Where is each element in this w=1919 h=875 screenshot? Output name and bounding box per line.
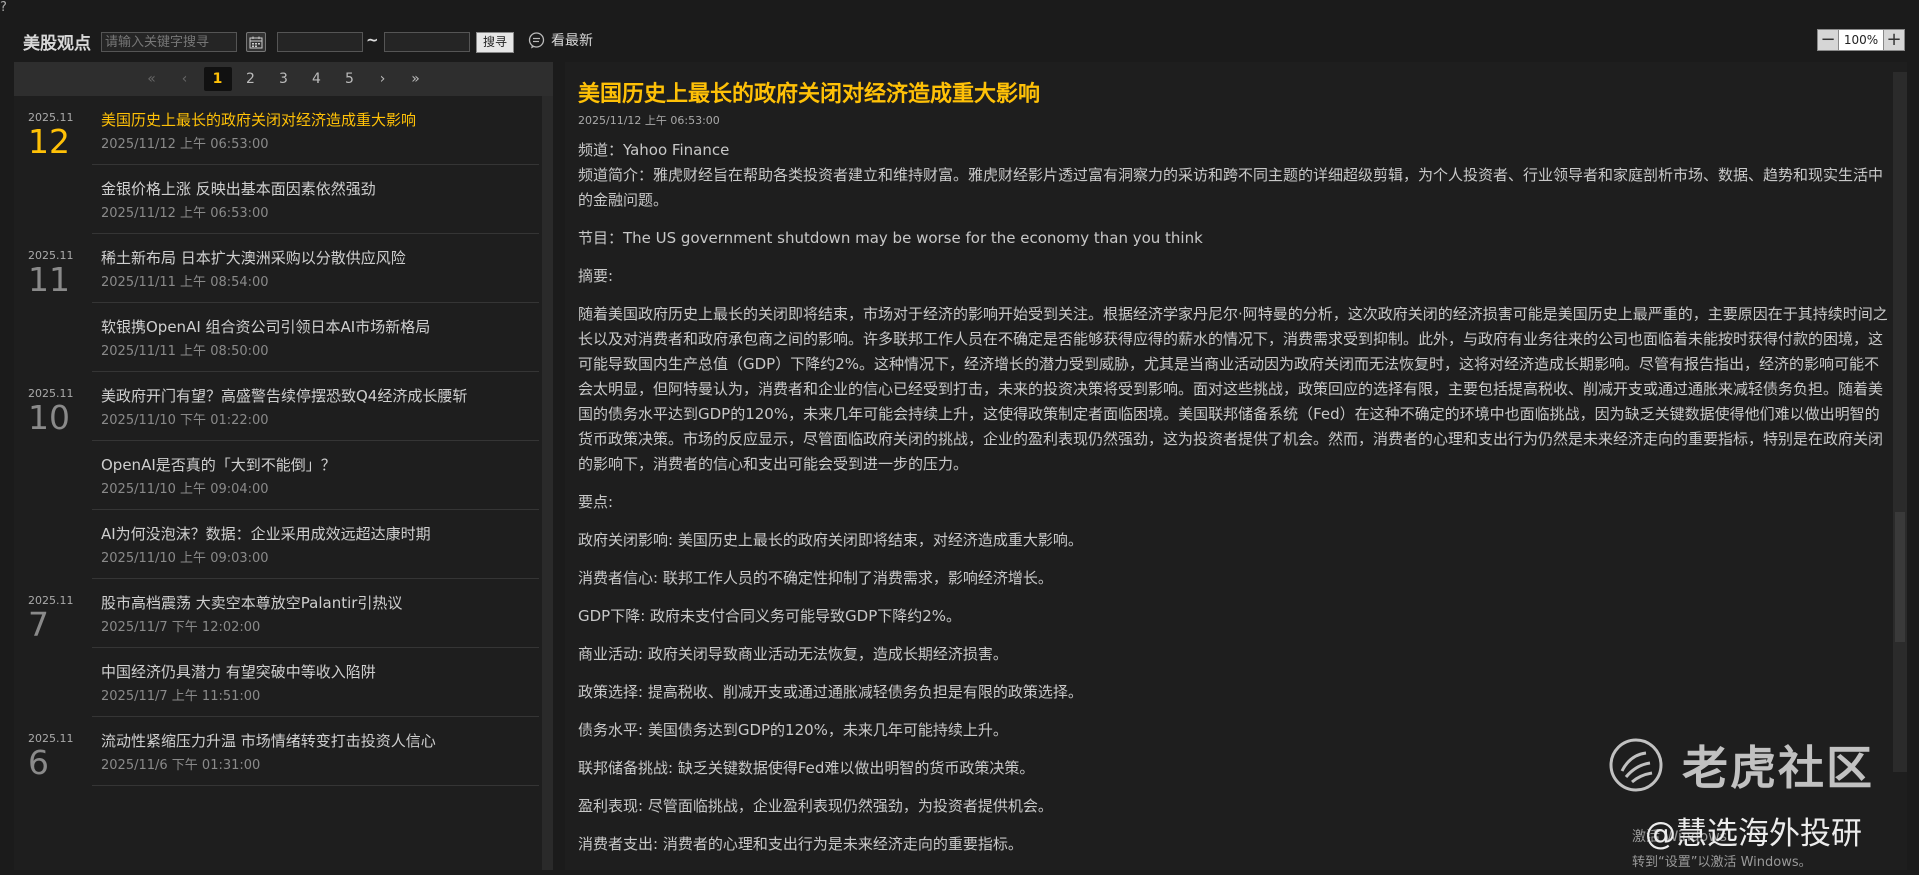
news-title[interactable]: AI为何没泡沫？数据：企业采用成效远超达康时期: [101, 523, 431, 544]
news-list: 2025.11 12 美国历史上最长的政府关闭对经济造成重大影响 2025/11…: [14, 96, 539, 786]
list-item[interactable]: 2025.11 7 股市高档震荡 大卖空本尊放空Palantir引热议 2025…: [14, 579, 539, 648]
news-title[interactable]: 金银价格上涨 反映出基本面因素依然强劲: [101, 178, 376, 199]
calendar-icon: [249, 36, 263, 48]
view-latest-button[interactable]: 看最新: [528, 30, 593, 50]
news-title[interactable]: 软银携OpenAI 组合资公司引领日本AI市场新格局: [101, 316, 430, 337]
list-item[interactable]: 中国经济仍具潜力 有望突破中等收入陷阱 2025/11/7 上午 11:51:0…: [14, 648, 539, 717]
date-day: 11: [28, 260, 70, 299]
list-scrollbar[interactable]: [542, 96, 553, 870]
pagination: « ‹ 1 2 3 4 5 › »: [14, 62, 553, 96]
article-time: 2025/11/12 上午 06:53:00: [578, 114, 720, 127]
page-button-4[interactable]: 4: [300, 67, 333, 91]
date-day: 7: [28, 605, 49, 644]
tiger-logo-icon: [1609, 738, 1663, 792]
summary-label: 摘要:: [578, 267, 614, 285]
news-time: 2025/11/6 下午 01:31:00: [101, 758, 261, 773]
search-button[interactable]: 搜寻: [476, 32, 514, 53]
news-title[interactable]: OpenAI是否真的「大到不能倒」？: [101, 454, 336, 475]
news-time: 2025/11/10 上午 09:03:00: [101, 551, 269, 566]
date-day: 6: [28, 743, 49, 782]
toolbar: ? 美股观点 ~ 搜寻 看最新 − 100% +: [0, 0, 1919, 60]
date-day: 10: [28, 398, 70, 437]
news-title[interactable]: 稀土新布局 日本扩大澳洲采购以分散供应风险: [101, 247, 406, 268]
app-title: 美股观点: [23, 34, 91, 54]
zoom-out-button[interactable]: −: [1817, 29, 1839, 51]
speech-bubble-icon: [528, 31, 545, 48]
article-channel-intro: 频道简介：雅虎财经旨在帮助各类投资者建立和维持财富。雅虎财经影片透过富有洞察力的…: [578, 166, 1884, 209]
search-input[interactable]: [101, 32, 237, 52]
news-time: 2025/11/12 上午 06:53:00: [101, 137, 269, 152]
author-handle: @慧选海外投研: [1645, 816, 1862, 852]
article-scrollbar-thumb[interactable]: [1895, 512, 1905, 642]
date-range-separator: ~: [366, 31, 379, 49]
article-title: 美国历史上最长的政府关闭对经济造成重大影响: [578, 82, 1041, 107]
news-title[interactable]: 中国经济仍具潜力 有望突破中等收入陷阱: [101, 661, 376, 682]
last-page-button[interactable]: »: [399, 67, 432, 91]
list-item[interactable]: 2025.11 10 美政府开门有望？高盛警告续停摆恐致Q4经济成长腰斩 202…: [14, 372, 539, 441]
article-summary: 随着美国政府历史上最长的关闭即将结束，市场对于经济的影响开始受到关注。根据经济学…: [578, 305, 1888, 473]
prev-page-button[interactable]: ‹: [168, 67, 201, 91]
article-program: 节目：The US government shutdown may be wor…: [578, 229, 1203, 247]
end-date-input[interactable]: [384, 32, 470, 52]
news-time: 2025/11/12 上午 06:53:00: [101, 206, 269, 221]
brand-watermark: 老虎社区: [1608, 732, 1874, 798]
keypoint: GDP下降: 政府未支付合同义务可能导致GDP下降约2%。: [578, 607, 962, 625]
page-button-5[interactable]: 5: [333, 67, 366, 91]
news-time: 2025/11/10 上午 09:04:00: [101, 482, 269, 497]
zoom-level: 100%: [1839, 29, 1883, 51]
brand-name: 老虎社区: [1682, 741, 1874, 795]
divider: [92, 785, 539, 786]
first-page-button[interactable]: «: [135, 67, 168, 91]
news-time: 2025/11/11 上午 08:50:00: [101, 344, 269, 359]
page-number: 1: [203, 67, 232, 91]
news-time: 2025/11/7 下午 12:02:00: [101, 620, 261, 635]
windows-activation-hint: 转到“设置”以激活 Windows。: [1632, 855, 1812, 870]
news-list-panel: « ‹ 1 2 3 4 5 › » 2025.11 12 美国历史上最长的政府关…: [14, 62, 553, 870]
page-button-1[interactable]: 1: [201, 67, 234, 91]
start-date-input[interactable]: [277, 32, 363, 52]
date-day: 12: [28, 122, 70, 161]
zoom-control: − 100% +: [1817, 29, 1905, 51]
zoom-in-button[interactable]: +: [1883, 29, 1905, 51]
keypoint: 商业活动: 政府关闭导致商业活动无法恢复，造成长期经济损害。: [578, 645, 1008, 663]
list-item[interactable]: 2025.11 11 稀土新布局 日本扩大澳洲采购以分散供应风险 2025/11…: [14, 234, 539, 303]
page-button-2[interactable]: 2: [234, 67, 267, 91]
list-item[interactable]: 2025.11 6 流动性紧缩压力升温 市场情绪转变打击投资人信心 2025/1…: [14, 717, 539, 786]
view-latest-label: 看最新: [551, 33, 593, 49]
list-item[interactable]: 金银价格上涨 反映出基本面因素依然强劲 2025/11/12 上午 06:53:…: [14, 165, 539, 234]
news-time: 2025/11/10 下午 01:22:00: [101, 413, 269, 428]
help-mark: ?: [0, 0, 7, 15]
keypoint: 政策选择: 提高税收、削减开支或通过通胀减轻债务负担是有限的政策选择。: [578, 683, 1083, 701]
keypoints-label: 要点:: [578, 493, 614, 511]
list-item[interactable]: 2025.11 12 美国历史上最长的政府关闭对经济造成重大影响 2025/11…: [14, 96, 539, 165]
news-time: 2025/11/11 上午 08:54:00: [101, 275, 269, 290]
next-page-button[interactable]: ›: [366, 67, 399, 91]
list-item[interactable]: AI为何没泡沫？数据：企业采用成效远超达康时期 2025/11/10 上午 09…: [14, 510, 539, 579]
news-time: 2025/11/7 上午 11:51:00: [101, 689, 261, 704]
calendar-button[interactable]: [246, 32, 266, 52]
article-channel: 频道：Yahoo Finance: [578, 141, 730, 159]
article-scrollbar[interactable]: [1893, 72, 1907, 772]
keypoint: 消费者信心: 联邦工作人员的不确定性抑制了消费需求，影响经济增长。: [578, 569, 1053, 587]
news-title[interactable]: 股市高档震荡 大卖空本尊放空Palantir引热议: [101, 592, 402, 613]
list-item[interactable]: 软银携OpenAI 组合资公司引领日本AI市场新格局 2025/11/11 上午…: [14, 303, 539, 372]
news-title[interactable]: 流动性紧缩压力升温 市场情绪转变打击投资人信心: [101, 730, 436, 751]
list-item[interactable]: OpenAI是否真的「大到不能倒」？ 2025/11/10 上午 09:04:0…: [14, 441, 539, 510]
page-button-3[interactable]: 3: [267, 67, 300, 91]
keypoint: 政府关闭影响: 美国历史上最长的政府关闭即将结束，对经济造成重大影响。: [578, 531, 1083, 549]
news-title[interactable]: 美政府开门有望？高盛警告续停摆恐致Q4经济成长腰斩: [101, 385, 467, 406]
news-title[interactable]: 美国历史上最长的政府关闭对经济造成重大影响: [101, 109, 416, 130]
